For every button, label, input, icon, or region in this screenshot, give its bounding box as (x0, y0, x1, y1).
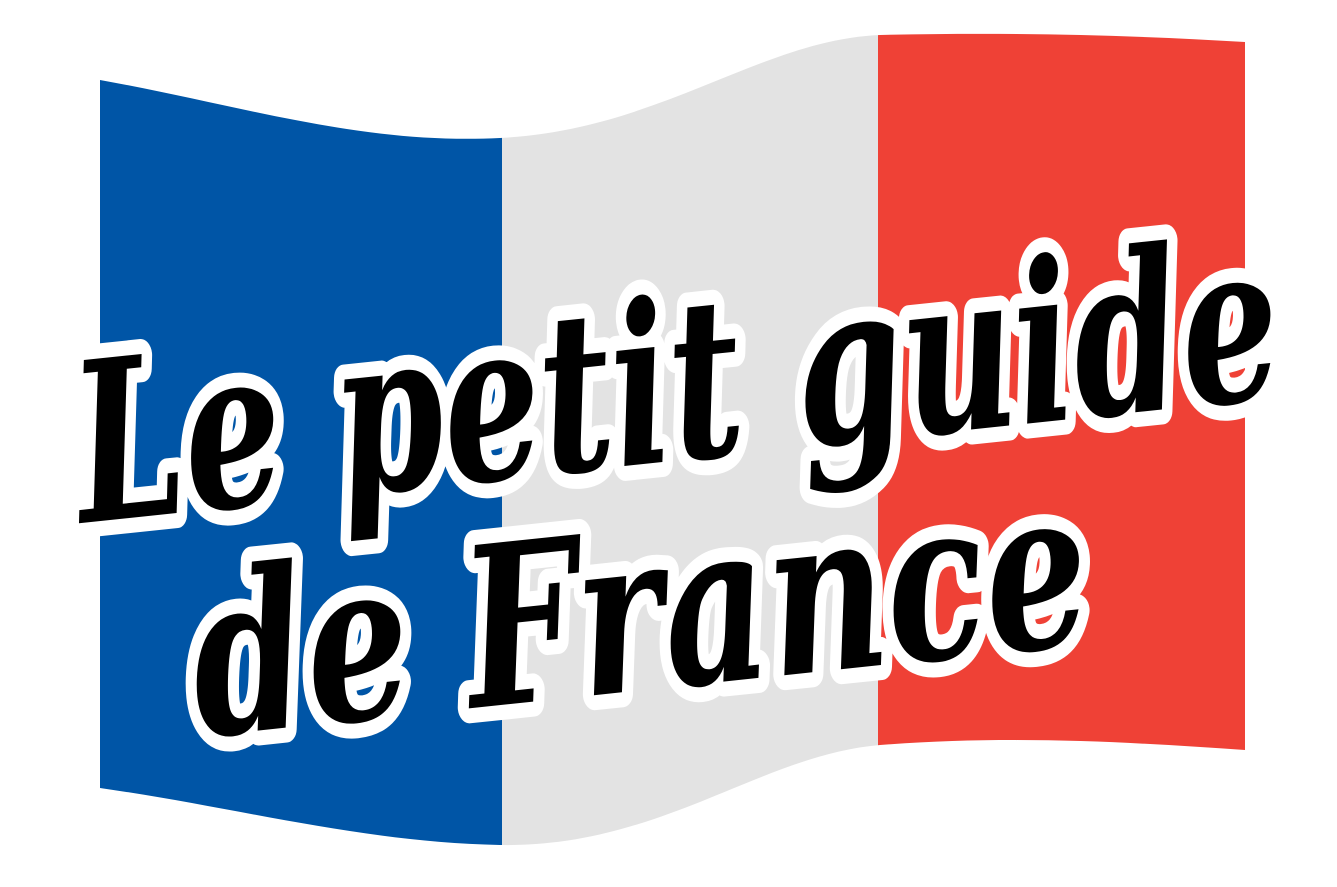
flag-logo: Le petit guide de France (42, 33, 1306, 846)
logo-canvas: Le petit guide de France (0, 0, 1337, 887)
